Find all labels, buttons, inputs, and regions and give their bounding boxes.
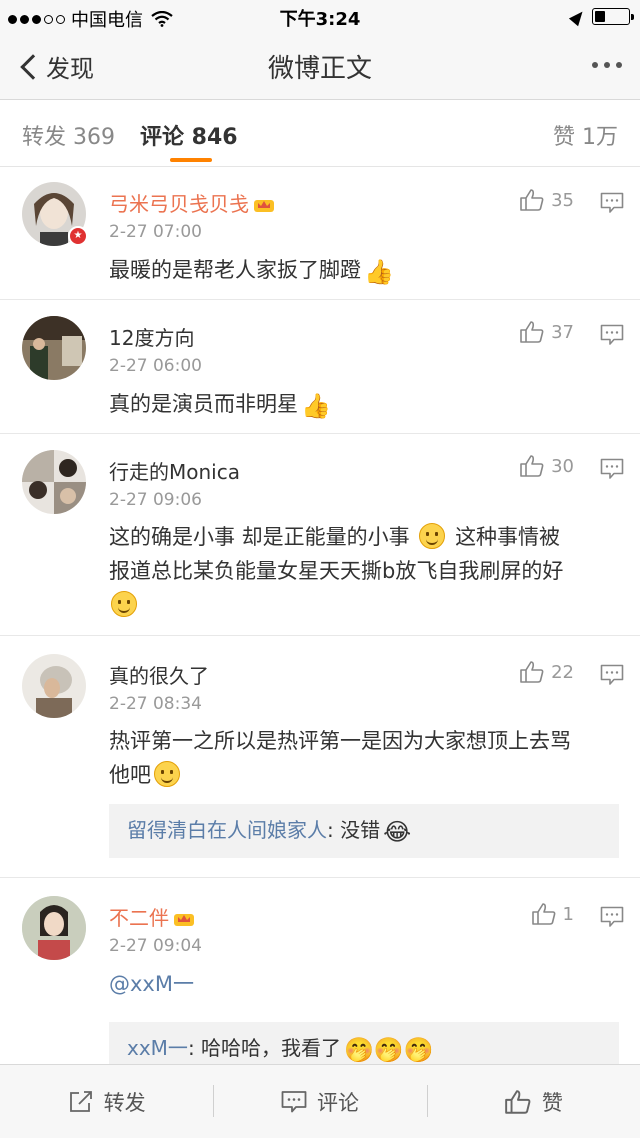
- smile-emoji-icon: [419, 523, 446, 549]
- smile-emoji-icon: [111, 591, 137, 617]
- thumbs-up-icon: [520, 455, 544, 477]
- like-button[interactable]: 22: [519, 660, 574, 684]
- share-icon: [69, 1090, 92, 1112]
- page-title: 微博正文: [267, 54, 372, 84]
- comment-author[interactable]: 真的很久了: [109, 660, 209, 689]
- comment-item: 真的很久了 2-27 08:34 热评第一之所以是热评第一是因为大家想顶上去骂 …: [0, 636, 640, 878]
- comment-text-content: 真的是演员而非明星: [109, 392, 298, 416]
- like-count: 37: [551, 321, 574, 343]
- comment-text: 真的是演员而非明星 👍: [109, 387, 619, 423]
- like-count: 1: [562, 903, 574, 925]
- nav-bar: 发现 微博正文: [0, 32, 640, 100]
- comment-item: 不二伴 2-27 09:04 @xxM一 xxM一: 哈哈哈，我看了 🤭🤭🤭 1: [0, 878, 640, 1076]
- thumbs-up-emoji-icon: 👍: [364, 258, 394, 286]
- comment-author-name: 不二伴: [109, 906, 169, 930]
- comment-time: 2-27 09:06: [109, 490, 202, 510]
- thumbs-up-icon: [520, 321, 544, 343]
- comment-icon: [281, 1090, 307, 1112]
- more-button[interactable]: [592, 62, 622, 68]
- status-bar: 中国电信 下午3:24: [0, 0, 640, 32]
- comment-text-line: 他吧: [109, 763, 151, 787]
- like-label: 赞: [541, 1090, 563, 1115]
- like-button[interactable]: 30: [519, 454, 574, 478]
- comment-time: 2-27 08:34: [109, 694, 202, 714]
- comment-text-line: 报道总比某负能量女星天天撕b放飞自我刷屏的好: [109, 559, 564, 583]
- avatar[interactable]: [22, 316, 86, 380]
- smile-emoji-icon: [154, 761, 180, 787]
- vip-crown-icon: [174, 914, 194, 926]
- repost-button[interactable]: 转发: [0, 1065, 213, 1138]
- thumbs-up-icon: [520, 189, 544, 211]
- comment-author[interactable]: 12度方向: [109, 322, 194, 351]
- thumbs-up-icon: [531, 903, 555, 925]
- thumbs-up-emoji-icon: 👍: [301, 392, 331, 420]
- comment-label: 评论: [316, 1090, 359, 1115]
- comment-text[interactable]: @xxM一: [109, 967, 619, 1001]
- comment-time: 2-27 09:04: [109, 936, 202, 956]
- reply-icon[interactable]: [600, 664, 624, 686]
- reply-icon[interactable]: [600, 458, 624, 480]
- comment-text: 最暖的是帮老人家扳了脚蹬 👍: [109, 253, 619, 289]
- tab-comments[interactable]: 评论 846: [140, 119, 238, 151]
- like-count: 30: [551, 455, 574, 477]
- reply-icon[interactable]: [600, 192, 624, 214]
- comment-text-line: 这种事情被: [455, 525, 561, 549]
- comment-author[interactable]: 弓米弓贝戋贝戋: [109, 188, 275, 217]
- like-button[interactable]: 37: [519, 320, 574, 344]
- active-tab-indicator: [170, 158, 212, 162]
- like-post-button[interactable]: 赞: [426, 1065, 640, 1138]
- vip-crown-icon: [254, 200, 274, 212]
- like-count: 35: [551, 189, 574, 211]
- thumbs-up-icon: [520, 661, 544, 683]
- location-icon: [568, 7, 588, 26]
- tab-reposts[interactable]: 转发 369: [22, 119, 115, 151]
- reply-icon[interactable]: [600, 324, 624, 346]
- bottom-toolbar: 转发 评论 赞: [0, 1064, 640, 1138]
- reply-quote[interactable]: 留得清白在人间娘家人: 没错 😂: [109, 804, 619, 858]
- comment-time: 2-27 06:00: [109, 356, 202, 376]
- status-right: [568, 7, 634, 26]
- avatar[interactable]: [22, 654, 86, 718]
- reply-author[interactable]: 留得清白在人间娘家人: [127, 818, 327, 842]
- reply-text: : 哈哈哈，我看了: [187, 1036, 342, 1060]
- comment-list: ★ 弓米弓贝戋贝戋 2-27 07:00 最暖的是帮老人家扳了脚蹬 👍 35 12…: [0, 168, 640, 1076]
- thumbs-up-icon: [504, 1089, 531, 1114]
- comment-text: 热评第一之所以是热评第一是因为大家想顶上去骂 他吧: [109, 724, 619, 792]
- comment-item: ★ 弓米弓贝戋贝戋 2-27 07:00 最暖的是帮老人家扳了脚蹬 👍 35: [0, 168, 640, 300]
- comment-time: 2-27 07:00: [109, 222, 202, 242]
- comment-author[interactable]: 行走的Monica: [109, 456, 240, 485]
- tab-likes[interactable]: 赞 1万: [553, 119, 618, 151]
- reply-text: : 没错: [327, 818, 381, 842]
- comment-author[interactable]: 不二伴: [109, 902, 195, 931]
- battery-icon: [592, 8, 634, 25]
- comment-text-line: 热评第一之所以是热评第一是因为大家想顶上去骂: [109, 729, 571, 753]
- comment-item: 12度方向 2-27 06:00 真的是演员而非明星 👍 37: [0, 300, 640, 434]
- verified-badge-icon: ★: [68, 226, 88, 246]
- comment-author-name: 弓米弓贝戋贝戋: [109, 192, 249, 216]
- reply-author[interactable]: xxM一: [127, 1036, 188, 1060]
- repost-label: 转发: [103, 1090, 146, 1115]
- avatar[interactable]: [22, 450, 86, 514]
- laugh-cry-emoji-icon: 😂: [383, 818, 412, 846]
- tab-bar: 转发 369 评论 846 赞 1万: [0, 101, 640, 167]
- comment-text-line: 这的确是小事 却是正能量的小事: [109, 525, 410, 549]
- comment-item: 行走的Monica 2-27 09:06 这的确是小事 却是正能量的小事 这种事…: [0, 434, 640, 636]
- comment-text-content: 最暖的是帮老人家扳了脚蹬: [109, 258, 361, 282]
- like-button[interactable]: 35: [519, 188, 574, 212]
- comment-button[interactable]: 评论: [213, 1065, 426, 1138]
- avatar[interactable]: [22, 896, 86, 960]
- comment-text: 这的确是小事 却是正能量的小事 这种事情被 报道总比某负能量女星天天撕b放飞自我…: [109, 520, 619, 622]
- status-time: 下午3:24: [279, 9, 361, 30]
- reply-icon[interactable]: [600, 906, 624, 928]
- like-count: 22: [551, 661, 574, 683]
- like-button[interactable]: 1: [531, 902, 574, 926]
